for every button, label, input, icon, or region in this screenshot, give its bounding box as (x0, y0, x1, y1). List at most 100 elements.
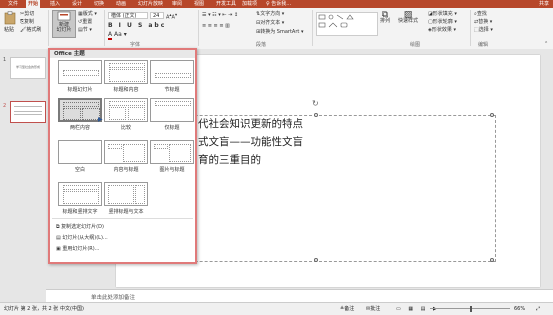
cut-button[interactable]: ✂剪切 (20, 11, 34, 17)
resize-handle[interactable] (314, 258, 318, 262)
slide-thumb-1[interactable]: 学习型社会的形成 (10, 57, 46, 79)
layout-label: 标题和竖排文字 (62, 209, 98, 215)
view-buttons[interactable]: ▭ ▦ ▤ ▶ (396, 303, 440, 315)
layout-content-caption[interactable] (104, 140, 148, 164)
tab-file[interactable]: 文件 (6, 0, 20, 8)
align-text-button[interactable]: ⊟对齐文本 ▾ (256, 20, 284, 26)
resize-handle[interactable] (490, 258, 494, 262)
font-name-box[interactable]: 楷体 (正文) (108, 12, 148, 19)
group-label-editing: 编辑 (478, 42, 489, 48)
quick-styles-button[interactable]: ▨ 快速样式 (398, 11, 418, 25)
thumb-number-1: 1 (3, 57, 7, 63)
reset-button[interactable]: ↺重置 (78, 19, 92, 25)
smartart-button[interactable]: ⊞转换为 SmartArt ▾ (256, 29, 303, 35)
group-label-paragraph: 段落 (256, 42, 267, 48)
bullets-button[interactable]: ☰ ▾ ☷ ▾ ⇤ ⇥ ↕ (202, 12, 238, 18)
layout-title-slide[interactable] (58, 60, 102, 84)
layout-two-content[interactable] (58, 98, 102, 122)
arrange-button[interactable]: ⧉ 排列 (380, 11, 390, 25)
tab-animations[interactable]: 动画 (114, 0, 128, 8)
layout-label: 节标题 (164, 87, 180, 93)
tab-slideshow[interactable]: 幻灯片放映 (136, 0, 165, 8)
tab-developer[interactable]: 开发工具 (214, 0, 238, 8)
rotate-handle-icon[interactable]: ↻ (312, 99, 319, 108)
font-size-box[interactable]: 24 (150, 12, 164, 19)
find-button[interactable]: ⌕查找 (474, 11, 487, 17)
tab-insert[interactable]: 插入 (48, 0, 62, 8)
tab-transitions[interactable]: 切换 (92, 0, 106, 8)
collapse-ribbon-icon[interactable]: ⌃ (544, 41, 548, 47)
align-buttons[interactable]: ≡ ≡ ≡ ≡ ▥ (202, 23, 230, 29)
new-slide-icon (57, 11, 71, 21)
tab-home[interactable]: 开始 (26, 0, 41, 8)
divider (312, 10, 313, 46)
layout-label: 内容与标题 (113, 167, 139, 173)
shape-effect-button[interactable]: ◈形状效果 ▾ (428, 27, 456, 33)
status-bar: 幻灯片 第 2 张，共 2 张 中文(中国) ≜备注 ✉批注 ▭ ▦ ▤ ▶ 6… (0, 302, 553, 315)
layout-dropdown: Office 主题 标题幻灯片 标题和内容 节标题 ▶ 两栏内容 比较 仅标题 … (48, 48, 197, 264)
ribbon-tab-bar: 文件 开始 插入 设计 切换 动画 幻灯片放映 审阅 视图 开发工具 加载项 ♀… (0, 0, 553, 8)
font-style-buttons[interactable]: B I U S abc (108, 23, 166, 29)
bullet-list-icon: ☰ ▾ ☷ ▾ ⇤ ⇥ ↕ (202, 12, 239, 18)
divider (470, 10, 471, 46)
replace-button[interactable]: ⇄替换 ▾ (474, 19, 492, 25)
slides-from-outline-menu-item[interactable]: ▤ 幻灯片(从大纲)(L)... (56, 234, 108, 241)
layout-label: 仅标题 (164, 125, 180, 131)
layout-vertical-title-text[interactable] (104, 182, 148, 206)
new-slide-button[interactable]: 新建 幻灯片 (52, 10, 76, 38)
text-direction-button[interactable]: ⇅文字方向 ▾ (256, 11, 284, 17)
tab-design[interactable]: 设计 (70, 0, 84, 8)
layout-label: 标题和内容 (113, 87, 139, 93)
layout-picture-caption[interactable] (150, 140, 194, 164)
divider (52, 218, 193, 219)
shape-fill-button[interactable]: ◪形状填充 ▾ (428, 11, 457, 17)
slide-thumb-2[interactable] (10, 101, 46, 123)
copy-button[interactable]: ⎘复制 (20, 19, 34, 25)
select-button[interactable]: ⬚选择 ▾ (474, 27, 493, 33)
shape-outline-button[interactable]: ▢形状轮廓 ▾ (428, 19, 457, 25)
paste-icon (4, 11, 16, 25)
section-button[interactable]: ▤节 ▾ (78, 27, 92, 33)
language-indicator[interactable]: 中文(中国) (60, 303, 84, 315)
layout-comparison[interactable] (104, 98, 148, 122)
layout-label: 两栏内容 (69, 125, 90, 131)
divider (104, 10, 105, 46)
tab-review[interactable]: 审阅 (170, 0, 184, 8)
share-button[interactable]: 共享 (539, 0, 549, 8)
slide-text-line-2: 式文盲——功能性文盲 (198, 136, 303, 148)
shapes-icon (318, 14, 354, 28)
resize-handle[interactable] (490, 113, 494, 117)
notes-pane[interactable]: 单击此处添加备注 (46, 289, 553, 303)
duplicate-slide-menu-item[interactable]: ⧉ 复制选定幻灯片(D) (56, 223, 104, 230)
layout-label: 标题幻灯片 (67, 87, 93, 93)
layout-title-only[interactable] (150, 98, 194, 122)
reuse-slides-menu-item[interactable]: ▣ 重用幻灯片(R)... (56, 245, 99, 252)
paste-button[interactable]: 粘贴 (4, 11, 18, 33)
layout-title-content[interactable] (104, 60, 148, 84)
zoom-level[interactable]: 66% (514, 303, 525, 315)
divider (48, 10, 49, 46)
fit-slide-icon[interactable]: ⤢ (536, 303, 540, 315)
notes-placeholder: 单击此处添加备注 (91, 295, 136, 301)
tab-addins[interactable]: 加载项 (240, 0, 259, 8)
tab-view[interactable]: 视图 (192, 0, 206, 8)
tab-tell-me[interactable]: ♀ 告诉我… (264, 0, 293, 8)
font-color-button[interactable]: A Aa ▾ (108, 31, 127, 40)
zoom-slider-thumb[interactable] (470, 306, 472, 312)
layout-button[interactable]: ▦版式 ▾ (78, 11, 97, 17)
layout-title-vertical-text[interactable] (58, 182, 102, 206)
comments-toggle[interactable]: ✉批注 (366, 303, 380, 315)
cursor-icon: ▶ (98, 116, 103, 123)
layout-section-header[interactable] (150, 60, 194, 84)
slide-counter: 幻灯片 第 2 张，共 2 张 (4, 306, 59, 312)
layout-label: 图片与标题 (159, 167, 185, 173)
group-label-drawing: 绘图 (410, 42, 421, 48)
font-grow-icon[interactable]: A▴A▾ (166, 12, 177, 21)
thumb-number-2: 2 (3, 103, 7, 109)
notes-toggle[interactable]: ≜备注 (340, 303, 354, 315)
resize-handle[interactable] (314, 113, 318, 117)
format-painter-button[interactable]: 🖌格式刷 (20, 27, 41, 33)
shapes-gallery[interactable] (316, 12, 378, 36)
layout-blank[interactable] (58, 140, 102, 164)
slide-thumbnail-pane: 1 学习型社会的形成 2 (0, 49, 46, 289)
